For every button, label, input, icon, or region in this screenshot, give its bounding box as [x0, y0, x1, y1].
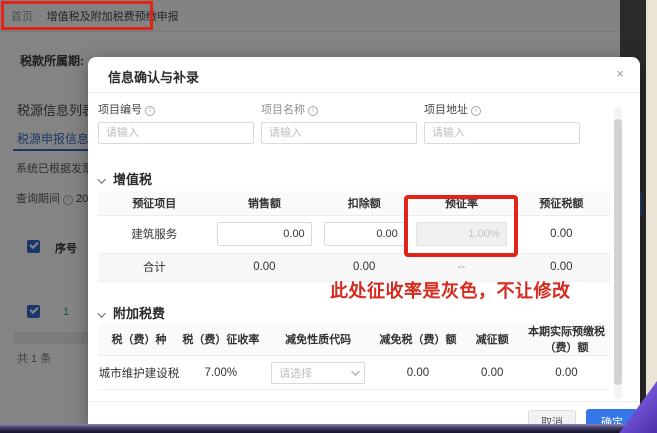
modal-header: 信息确认与补录 ×	[88, 57, 640, 93]
actual-prepay-amount-value: 0.00	[523, 356, 610, 390]
relief-code-select[interactable]: 请选择	[271, 362, 365, 384]
project-name-label: 项目名称	[261, 101, 417, 117]
surtax-row-urban-tax: 城市维护建设税 7.00% 请选择 0.00 0.00 0.00	[98, 356, 610, 390]
project-name-label-text: 项目名称	[261, 104, 305, 116]
deduction-amount-input[interactable]	[324, 222, 405, 246]
vat-header-row: 预征项目 销售额 扣除额 预征率 预征税额	[98, 191, 610, 215]
project-number-input[interactable]	[98, 122, 254, 144]
project-name-input[interactable]	[261, 122, 417, 144]
info-icon	[145, 106, 155, 116]
project-address-input[interactable]	[424, 122, 580, 144]
vat-item-name: 建筑服务	[98, 215, 211, 253]
project-address-label-text: 项目地址	[424, 104, 468, 116]
relief-code-placeholder: 请选择	[279, 365, 312, 381]
field-project-address: 项目地址	[424, 101, 580, 144]
surtax-header-reduction: 减征额	[461, 323, 522, 356]
section-vat: 增值税	[100, 169, 152, 188]
sales-amount-input[interactable]	[217, 222, 312, 246]
vat-header-deduction: 扣除额	[318, 191, 410, 215]
relief-amount-value: 0.00	[374, 356, 461, 390]
prepay-tax-value: 0.00	[513, 215, 610, 253]
modal-title: 信息确认与补录	[108, 67, 199, 86]
surtax-type-name: 城市维护建设税	[98, 356, 180, 390]
section-vat-title: 增值税	[113, 172, 152, 187]
close-icon[interactable]: ×	[616, 66, 624, 82]
vat-header-sales: 销售额	[211, 191, 319, 215]
annotation-note-text: 此处征收率是灰色，不让修改	[330, 277, 571, 303]
info-icon	[471, 106, 481, 116]
surtax-header-rate: 税（费）征收率	[180, 323, 262, 356]
vat-header-tax: 预征税额	[513, 191, 610, 215]
modal-footer-divider	[88, 401, 640, 402]
surtax-header-type: 税（费）种	[98, 323, 180, 356]
field-project-number: 项目编号	[98, 101, 254, 144]
modal-info-confirmation: 信息确认与补录 × 项目编号 项目名称 项目地址 增值税	[88, 57, 640, 427]
photo-bottom-bar	[0, 424, 657, 433]
reduction-amount-value: 0.00	[461, 356, 522, 390]
surtax-table: 税（费）种 税（费）征收率 减免性质代码 减免税（费）额 减征额 本期实际预缴税…	[98, 323, 610, 390]
info-icon	[308, 106, 318, 116]
surtax-header-actual: 本期实际预缴税（费）额	[523, 323, 610, 356]
section-surtax-title: 附加税费	[113, 306, 165, 321]
surtax-header-row: 税（费）种 税（费）征收率 减免性质代码 减免税（费）额 减征额 本期实际预缴税…	[98, 323, 610, 356]
project-number-label: 项目编号	[98, 101, 254, 117]
screenshot-root: 首页 · 增值税及附加税费预缴申报 税款所属期: 税源信息列表 税源申报信息 系…	[0, 0, 657, 433]
modal-scrollbar-thumb[interactable]	[614, 119, 622, 385]
surtax-rate-value: 7.00%	[180, 356, 262, 390]
surtax-header-relief: 减免税（费）额	[374, 323, 461, 356]
browser-viewport: 首页 · 增值税及附加税费预缴申报 税款所属期: 税源信息列表 税源申报信息 系…	[0, 0, 646, 427]
vat-total-sales: 0.00	[211, 253, 319, 281]
vat-row-construction: 建筑服务 0.00	[98, 215, 610, 253]
chevron-down-icon[interactable]	[97, 175, 105, 183]
surtax-header-code: 减免性质代码	[262, 323, 375, 356]
annotation-breadcrumb-box	[1, 1, 153, 30]
field-project-name: 项目名称	[261, 101, 417, 144]
chevron-down-icon	[351, 367, 359, 375]
modal-scrollbar-track[interactable]	[614, 107, 622, 399]
vat-header-item: 预征项目	[98, 191, 211, 215]
vat-table: 预征项目 销售额 扣除额 预征率 预征税额 建筑服务 0.00 合计 0.00 …	[98, 191, 610, 282]
vat-total-label: 合计	[98, 253, 211, 281]
project-address-label: 项目地址	[424, 101, 580, 117]
chevron-down-icon[interactable]	[97, 309, 105, 317]
project-number-label-text: 项目编号	[98, 104, 142, 116]
section-surtax: 附加税费	[100, 303, 165, 322]
annotation-rate-box	[404, 195, 518, 257]
